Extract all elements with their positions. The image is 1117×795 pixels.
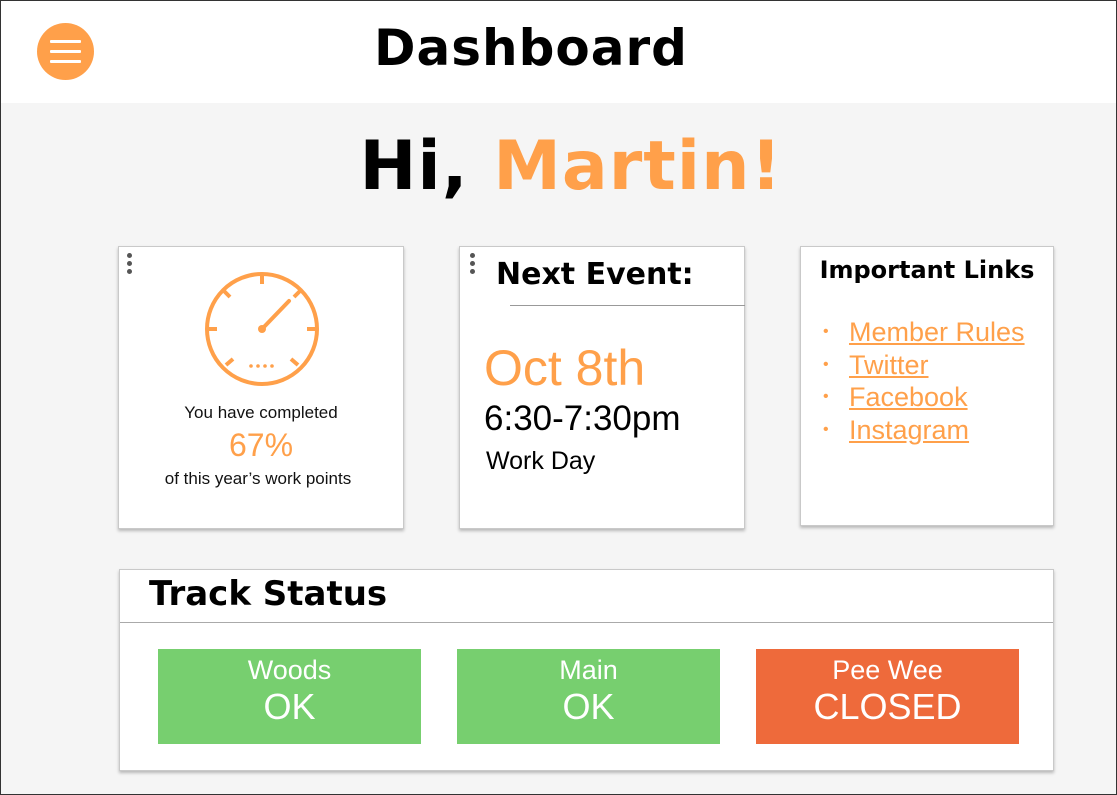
links-heading: Important Links: [819, 256, 1035, 284]
greeting-prefix: Hi,: [359, 127, 494, 206]
track-tile-main[interactable]: Main OK: [457, 649, 720, 744]
track-status: CLOSED: [813, 686, 962, 727]
link-instagram[interactable]: Instagram: [849, 415, 969, 445]
list-item: • Instagram: [823, 415, 1025, 448]
event-heading: Next Event:: [496, 257, 694, 292]
progress-caption: You have completed: [184, 403, 338, 422]
event-time: 6:30-7:30pm: [484, 399, 681, 438]
next-event-card: Next Event: Oct 8th 6:30-7:30pm Work Day: [459, 246, 745, 529]
card-options-icon[interactable]: [125, 253, 133, 279]
progress-percent: 67%: [228, 427, 294, 463]
bullet-icon: •: [823, 323, 829, 340]
bullet-icon: •: [823, 420, 829, 438]
track-status: OK: [562, 686, 615, 727]
links-list: • Member Rules • Twitter • Facebook • Instag…: [823, 317, 1025, 447]
bullet-icon: •: [823, 388, 829, 405]
list-item: • Member Rules: [823, 317, 1025, 350]
link-twitter[interactable]: Twitter: [849, 350, 929, 380]
track-tile-woods[interactable]: Woods OK: [158, 649, 421, 744]
track-name: Pee Wee: [832, 655, 943, 685]
list-item: • Facebook: [823, 382, 1025, 415]
track-status-heading: Track Status: [149, 574, 388, 614]
greeting-name: Martin!: [493, 127, 783, 206]
link-member-rules[interactable]: Member Rules: [849, 317, 1025, 347]
divider: [510, 305, 745, 306]
track-name: Main: [559, 655, 618, 685]
track-status: OK: [263, 686, 316, 727]
work-points-card: You have completed 67% of this year’s wo…: [118, 246, 404, 529]
bullet-icon: •: [823, 355, 829, 373]
important-links-card: Important Links • Member Rules • Twitter •…: [800, 246, 1054, 526]
progress-subcaption: of this year’s work points: [164, 469, 352, 488]
event-date: Oct 8th: [484, 340, 646, 396]
link-facebook[interactable]: Facebook: [849, 382, 968, 412]
list-item: • Twitter: [823, 350, 1025, 383]
event-name: Work Day: [486, 447, 596, 475]
greeting: Hi, Martin!: [1, 127, 1117, 206]
speedometer-icon: [205, 272, 319, 386]
track-tile-pee-wee[interactable]: Pee Wee CLOSED: [756, 649, 1019, 744]
card-options-icon[interactable]: [468, 253, 476, 279]
track-status-card: Track Status Woods OK Main OK Pee Wee CL…: [119, 569, 1054, 771]
page-title: Dashboard: [374, 19, 688, 77]
track-name: Woods: [247, 655, 332, 685]
divider: [120, 622, 1053, 623]
top-bar: Dashboard: [1, 1, 1116, 103]
